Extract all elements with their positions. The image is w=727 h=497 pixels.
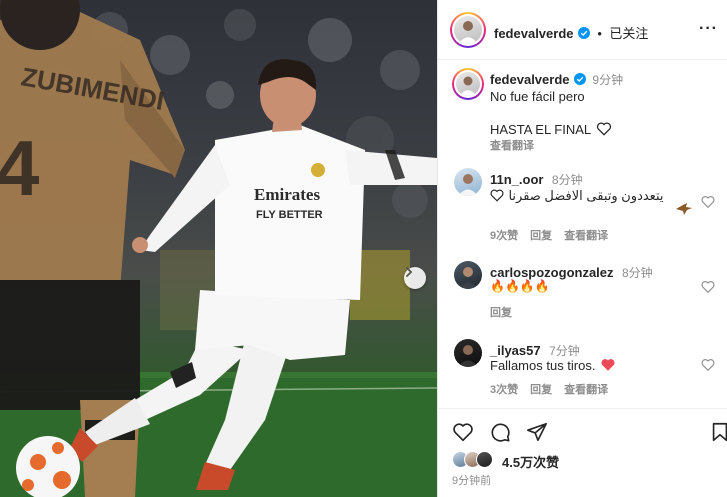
comment-likes[interactable]: 3次赞 (490, 384, 518, 396)
comment-time[interactable]: 8分钟 (552, 173, 583, 187)
like-comment-heart-icon[interactable] (701, 195, 715, 209)
more-options-button[interactable]: ··· (699, 20, 718, 38)
caption-line-2: HASTA EL FINAL (490, 122, 592, 137)
post-timestamp[interactable]: 9分钟前 (452, 472, 491, 488)
like-comment-heart-icon[interactable] (701, 358, 715, 372)
post-side-panel: fedevalverde • 已关注 ··· fedevalverde 9分钟 … (437, 0, 727, 497)
like-heart-icon[interactable] (452, 421, 474, 443)
commenter-avatar[interactable] (454, 168, 482, 196)
avatar-image (458, 76, 478, 96)
comment-meta: 回复 (490, 304, 524, 320)
white-heart-emoji-icon (490, 189, 504, 202)
commenter-username[interactable]: _ilyas57 (490, 343, 541, 358)
caption-username[interactable]: fedevalverde (490, 72, 570, 87)
like-comment-heart-icon[interactable] (701, 280, 715, 294)
translate-link[interactable]: 查看翻译 (564, 230, 608, 242)
reply-button[interactable]: 回复 (490, 307, 512, 319)
shirt-sponsor-text-1: Emirates (254, 185, 320, 204)
comment-time[interactable]: 7分钟 (549, 344, 580, 358)
post-header: fedevalverde • 已关注 ··· (438, 0, 727, 60)
post-photo[interactable]: ZUBIMENDI 4 Emirates FLY BETTER (0, 0, 437, 497)
save-bookmark-icon[interactable] (709, 421, 727, 443)
commenter-avatar[interactable] (454, 339, 482, 367)
avatar-image (457, 21, 479, 44)
comment-text: 🔥🔥🔥🔥 (490, 279, 550, 293)
next-photo-button[interactable] (404, 267, 426, 289)
commenter-avatar[interactable] (454, 261, 482, 289)
caption-avatar[interactable] (452, 68, 484, 100)
post-photo-illustration: ZUBIMENDI 4 Emirates FLY BETTER (0, 0, 437, 497)
football (16, 436, 80, 497)
comment-time[interactable]: 8分钟 (622, 266, 653, 280)
comment-meta: 3次赞 回复 查看翻译 (490, 381, 620, 397)
verified-badge-icon (577, 27, 590, 39)
white-heart-emoji-icon (596, 122, 611, 136)
red-heart-emoji-icon (601, 359, 615, 371)
avatar-image (458, 345, 478, 367)
commenter-username[interactable]: 11n_.oor (490, 172, 543, 187)
commenter-username[interactable]: carlospozogonzalez (490, 265, 614, 280)
reply-button[interactable]: 回复 (530, 230, 552, 242)
chevron-right-icon (406, 267, 413, 277)
following-button[interactable]: 已关注 (609, 26, 648, 41)
header-separator: • (597, 26, 602, 41)
liker-avatar (476, 451, 493, 468)
likes-count[interactable]: 4.5万次赞 (502, 452, 559, 471)
avatar-image (458, 174, 478, 196)
author-username[interactable]: fedevalverde (494, 26, 574, 41)
share-paper-plane-icon[interactable] (526, 421, 548, 443)
reply-button[interactable]: 回复 (530, 384, 552, 396)
comment-meta: 9次赞 回复 查看翻译 (490, 227, 620, 243)
author-avatar[interactable] (450, 12, 486, 48)
comment-likes[interactable]: 9次赞 (490, 230, 518, 242)
opponent-number-text: 4 (0, 124, 39, 212)
shirt-sponsor-text-2: FLY BETTER (256, 209, 323, 221)
verified-badge-icon (573, 73, 586, 85)
caption-time[interactable]: 9分钟 (592, 73, 623, 87)
falcon-emoji-icon (676, 203, 692, 215)
comment-bubble-icon[interactable] (489, 421, 511, 443)
avatar-image (458, 267, 478, 289)
comment-text: يتعددون وتبقى الافضل صقرنا (508, 188, 664, 203)
caption-translate-link[interactable]: 查看翻译 (490, 137, 534, 153)
post-actions: 4.5万次赞 9分钟前 (438, 408, 727, 497)
translate-link[interactable]: 查看翻译 (564, 384, 608, 396)
comment-text: Fallamos tus tiros. (490, 358, 596, 373)
caption-line-1: No fue fácil pero (490, 89, 585, 104)
